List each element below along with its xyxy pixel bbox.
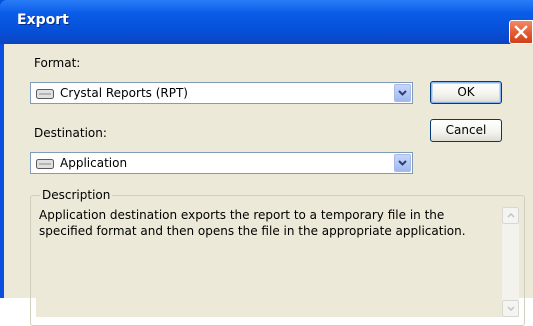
drive-icon [36, 89, 54, 99]
dialog-title: Export [17, 12, 69, 28]
description-area: Application destination exports the repo… [36, 207, 519, 317]
close-icon [514, 25, 528, 39]
description-text: Application destination exports the repo… [39, 208, 466, 238]
destination-label: Destination: [34, 126, 107, 140]
destination-selected-value: Application [60, 156, 128, 170]
format-dropdown-button[interactable] [394, 84, 411, 102]
format-select[interactable]: Crystal Reports (RPT) [30, 82, 413, 104]
close-button[interactable] [509, 20, 533, 44]
scroll-down-button[interactable] [502, 300, 519, 317]
scroll-up-button[interactable] [502, 207, 519, 224]
destination-dropdown-button[interactable] [394, 154, 411, 172]
format-label: Format: [34, 56, 81, 70]
dialog-body: Format: Crystal Reports (RPT) Destinatio… [4, 44, 533, 326]
description-legend: Description [40, 188, 113, 202]
description-group: Description Application destination expo… [30, 188, 525, 326]
destination-select[interactable]: Application [30, 152, 413, 174]
scroll-down-icon [507, 306, 515, 311]
chevron-down-icon [398, 90, 407, 96]
format-selected-value: Crystal Reports (RPT) [60, 86, 188, 100]
title-bar[interactable]: Export [0, 0, 533, 44]
ok-button[interactable]: OK [430, 81, 502, 104]
chevron-down-icon [398, 160, 407, 166]
cancel-button[interactable]: Cancel [430, 119, 502, 142]
drive-icon [36, 159, 54, 169]
scroll-up-icon [507, 213, 515, 218]
description-scrollbar[interactable] [502, 207, 519, 317]
export-dialog: Export Format: Crystal Reports (RPT) Des… [0, 0, 533, 326]
